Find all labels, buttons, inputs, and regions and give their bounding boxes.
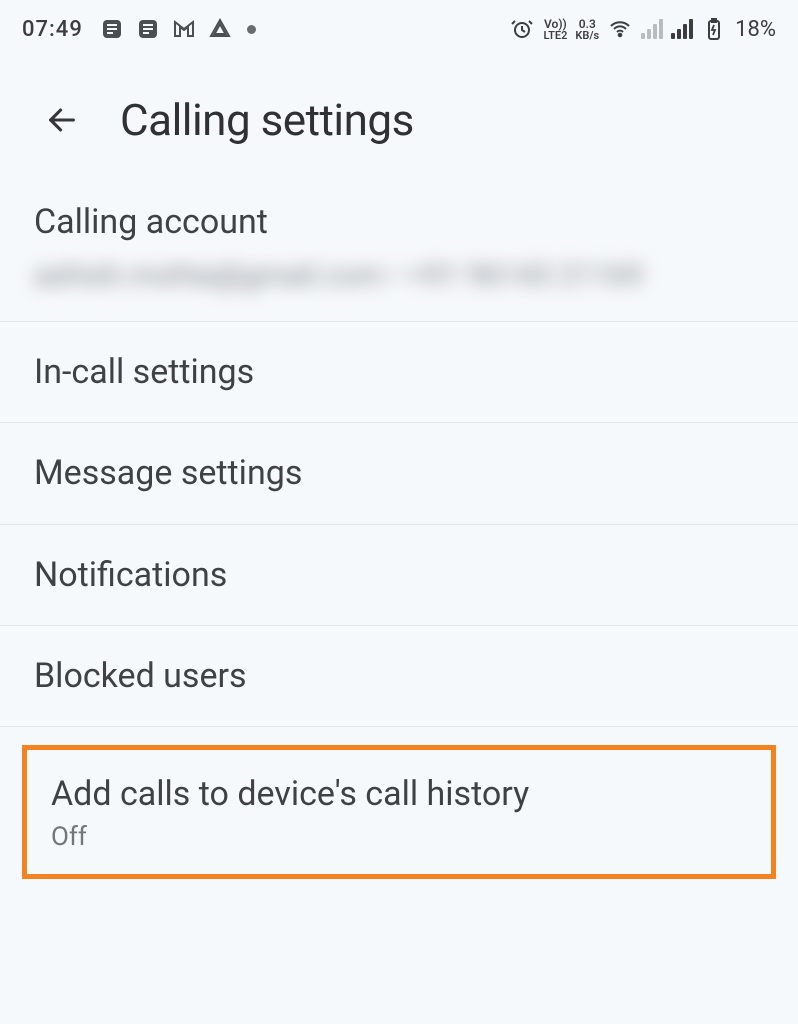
notif-overflow-dot-icon [247,25,256,34]
signal-sim1-icon [641,19,663,39]
row-subtitle-account: ashish.mohta@gmail.com • +91 96143 21169 [34,258,764,293]
row-message-settings[interactable]: Message settings [0,423,798,524]
battery-percent: 18% [735,17,776,42]
row-calling-account[interactable]: Calling account ashish.mohta@gmail.com •… [0,190,798,322]
volte-indicator: Vo)) LTE2 [543,18,567,41]
notif-doc-icon [99,16,125,42]
data-rate-indicator: 0.3 KB/s [575,18,599,41]
row-blocked-users[interactable]: Blocked users [0,626,798,727]
wifi-icon [607,16,633,42]
row-label: Notifications [34,553,764,597]
row-state: Off [51,822,747,852]
row-label: Message settings [34,451,764,495]
page-title: Calling settings [120,94,414,146]
row-label: Calling account [34,200,764,244]
status-bar: 07:49 Vo)) LTE2 0.3 [0,0,798,58]
row-incall-settings[interactable]: In-call settings [0,322,798,423]
row-label: Blocked users [34,654,764,698]
gmail-icon [171,16,197,42]
row-label: Add calls to device's call history [51,772,747,816]
alarm-icon [509,16,535,42]
drive-warning-icon [207,16,233,42]
app-bar: Calling settings [0,58,798,190]
status-clock: 07:49 [22,17,83,42]
back-button[interactable] [40,98,84,142]
row-add-calls-history[interactable]: Add calls to device's call history Off [22,745,776,879]
arrow-left-icon [45,103,79,137]
row-notifications[interactable]: Notifications [0,525,798,626]
signal-sim2-icon [671,19,693,39]
notif-doc2-icon [135,16,161,42]
battery-charging-icon [701,16,727,42]
row-label: In-call settings [34,350,764,394]
